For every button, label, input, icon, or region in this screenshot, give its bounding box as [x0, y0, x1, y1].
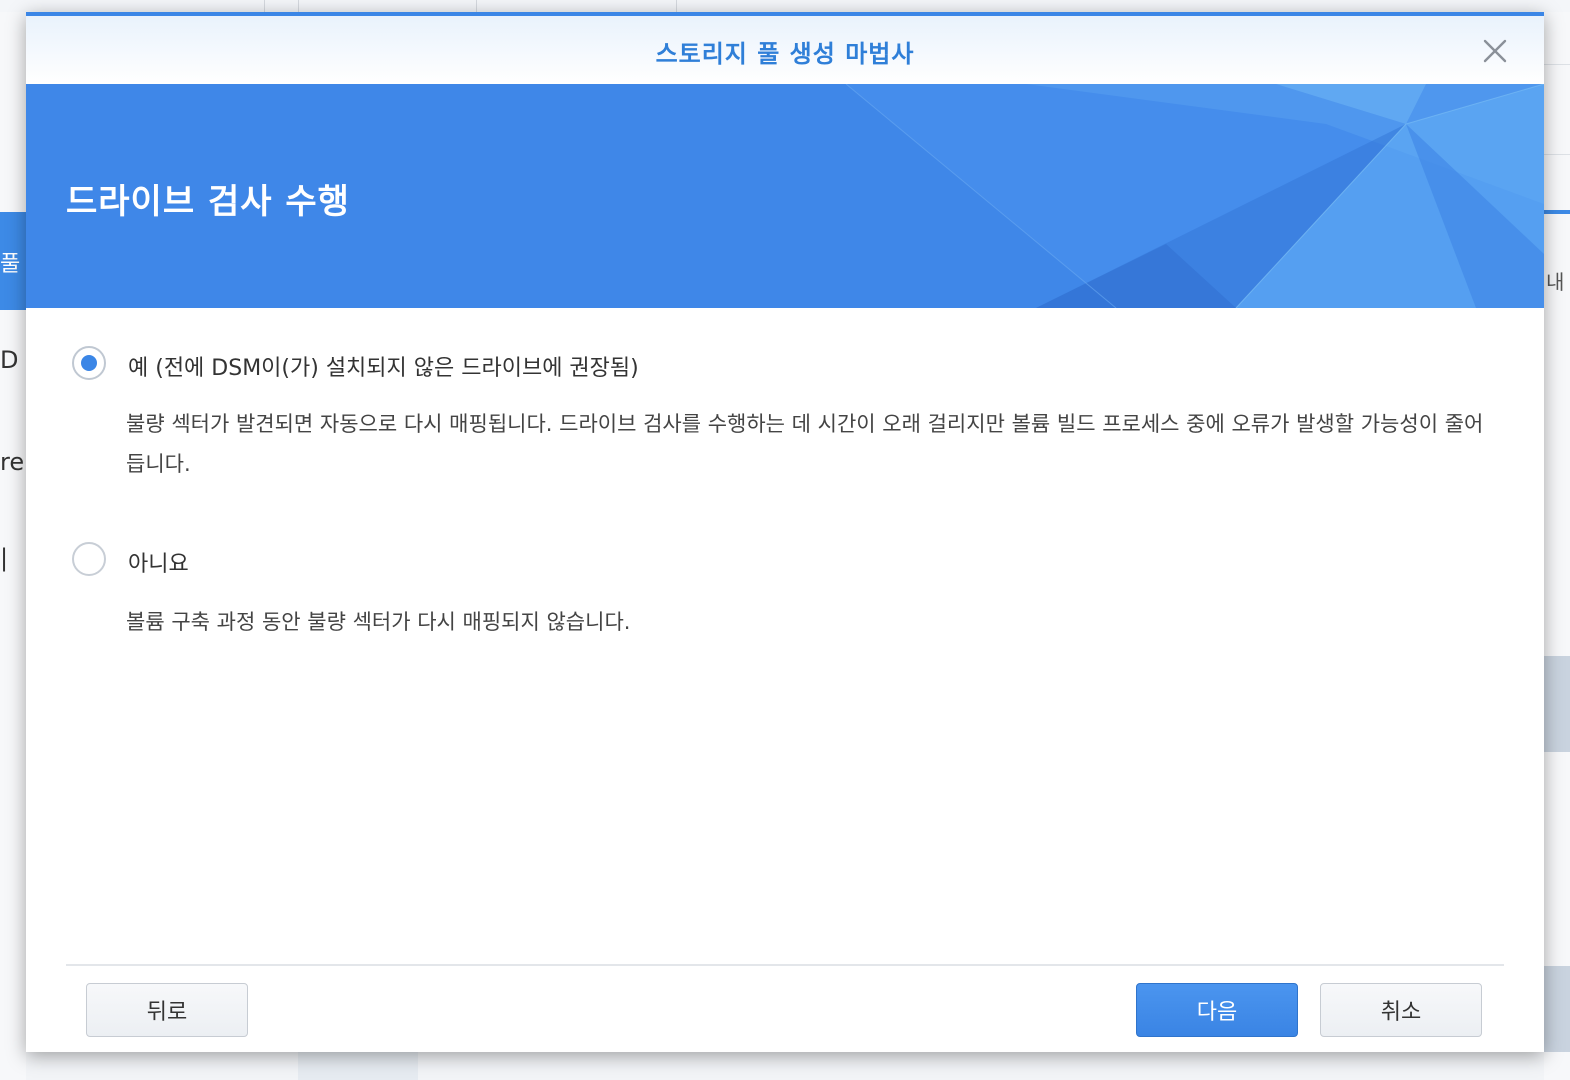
background-panel — [1544, 966, 1570, 1052]
background-bottom-bar — [26, 1052, 1544, 1080]
radio-no-drive-check[interactable] — [72, 542, 106, 576]
background-divider — [264, 0, 265, 12]
option-yes-description: 불량 섹터가 발견되면 자동으로 다시 매핑됩니다. 드라이브 검사를 수행하는… — [126, 412, 1484, 476]
dialog-titlebar: 스토리지 풀 생성 마법사 — [26, 16, 1544, 84]
background-tab-indicator — [1544, 210, 1570, 214]
option-yes-label[interactable]: 예 (전에 DSM이(가) 설치되지 않은 드라이브에 권장됨) — [128, 350, 639, 382]
background-right-label: 내 — [1546, 270, 1565, 294]
background-bottom-cell — [298, 1052, 418, 1080]
background-divider — [676, 0, 677, 12]
storage-pool-wizard-dialog: 스토리지 풀 생성 마법사 드라이브 검사 수행 예 (전에 DSM이(가) 설… — [26, 12, 1544, 1052]
step-title: 드라이브 검사 수행 — [66, 182, 350, 222]
background-divider — [298, 0, 299, 12]
footer-divider — [66, 964, 1504, 966]
option-no-label[interactable]: 아니요 — [128, 546, 189, 578]
background-right-panel — [1544, 12, 1570, 1080]
background-divider — [1544, 64, 1570, 65]
background-divider — [476, 0, 477, 12]
option-no-description: 볼륨 구축 과정 동안 불량 섹터가 다시 매핑되지 않습니다. — [126, 610, 631, 634]
radio-yes-drive-check[interactable] — [72, 346, 106, 380]
background-divider — [1544, 154, 1570, 155]
dialog-title: 스토리지 풀 생성 마법사 — [655, 40, 915, 68]
close-icon[interactable] — [1480, 36, 1510, 66]
back-button[interactable]: 뒤로 — [86, 983, 248, 1037]
cancel-button[interactable]: 취소 — [1320, 983, 1482, 1037]
background-sidebar-item[interactable]: D — [0, 346, 18, 374]
next-button[interactable]: 다음 — [1136, 983, 1298, 1037]
background-sidebar-item[interactable]: re — [0, 448, 24, 476]
background-sidebar-item[interactable]: | — [0, 544, 8, 572]
step-banner: 드라이브 검사 수행 — [26, 84, 1544, 308]
background-panel — [1544, 656, 1570, 752]
background-sidebar-active-label: 풀 — [0, 252, 21, 277]
